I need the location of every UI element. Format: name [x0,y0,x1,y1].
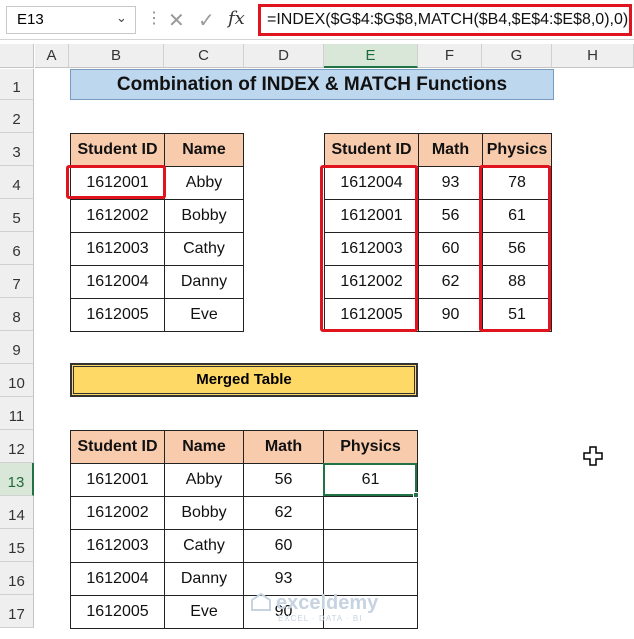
table3-cell[interactable]: Cathy [164,529,244,563]
table3-cell[interactable] [323,496,418,530]
column-header-c[interactable]: C [164,44,244,68]
table3-cell[interactable] [323,529,418,563]
table2-header-physics[interactable]: Physics [482,133,552,167]
column-header-b[interactable]: B [69,44,164,68]
table1-cell[interactable]: Bobby [164,199,244,233]
name-box-value: E13 [17,11,44,28]
table2-header-math[interactable]: Math [418,133,483,167]
select-all-corner[interactable] [0,44,34,68]
row-header[interactable]: 17 [0,595,34,628]
active-cell-selection[interactable] [323,463,417,496]
table1-cell[interactable]: Danny [164,265,244,299]
watermark-subtext: EXCEL · DATA · BI [278,614,363,623]
table2-cell[interactable]: 90 [418,298,483,332]
table3-cell[interactable] [323,562,418,596]
cancel-icon[interactable]: ✕ [168,8,185,33]
row-header[interactable]: 13 [0,463,34,496]
table1-cell[interactable]: Eve [164,298,244,332]
insert-function-icon[interactable]: fx [228,8,245,29]
table3-cell[interactable]: 56 [243,463,324,497]
column-header-e[interactable]: E [324,44,418,68]
row-header[interactable]: 10 [0,364,34,397]
table1-cell[interactable]: Cathy [164,232,244,266]
table3-header-math[interactable]: Math [243,430,324,464]
row-header[interactable]: 7 [0,265,34,298]
table3-cell[interactable]: 1612001 [70,463,165,497]
table2-cell[interactable]: 93 [418,166,483,200]
highlight-g4-g8 [479,165,551,332]
table3-header-physics[interactable]: Physics [323,430,418,464]
table3-cell[interactable]: Danny [164,562,244,596]
table1-cell[interactable]: 1612003 [70,232,165,266]
table3-cell[interactable]: Bobby [164,496,244,530]
chevron-down-icon[interactable]: ⌄ [116,10,127,26]
watermark-logo-icon [250,592,271,612]
column-header-d[interactable]: D [244,44,324,68]
fill-handle[interactable] [413,492,419,498]
row-header[interactable]: 9 [0,331,34,364]
row-header[interactable]: 12 [0,430,34,463]
row-header[interactable]: 3 [0,133,34,166]
row-header[interactable]: 1 [0,69,34,100]
table1-cell[interactable]: 1612002 [70,199,165,233]
table2-header-student-id[interactable]: Student ID [324,133,419,167]
table3-cell[interactable]: 1612005 [70,595,165,629]
highlight-b4 [66,165,166,199]
column-header-h[interactable]: H [552,44,634,68]
column-header-f[interactable]: F [418,44,482,68]
merged-title-inner-border [73,366,415,394]
table2-cell[interactable]: 60 [418,232,483,266]
table2-cell[interactable]: 62 [418,265,483,299]
row-header[interactable]: 16 [0,562,34,595]
table3-cell[interactable]: 62 [243,496,324,530]
column-header-g[interactable]: G [482,44,552,68]
formula-input[interactable]: =INDEX($G$4:$G$8,MATCH($B4,$E$4:$E$8,0),… [258,4,632,36]
table3-cell[interactable]: Eve [164,595,244,629]
table3-header-student-id[interactable]: Student ID [70,430,165,464]
row-header[interactable]: 4 [0,166,34,199]
table1-cell[interactable]: 1612005 [70,298,165,332]
table3-header-name[interactable]: Name [164,430,244,464]
row-header[interactable]: 6 [0,232,34,265]
table1-header-name[interactable]: Name [164,133,244,167]
enter-icon[interactable]: ✓ [198,8,215,33]
table3-cell[interactable]: 60 [243,529,324,563]
table3-cell[interactable]: 1612003 [70,529,165,563]
row-header[interactable]: 5 [0,199,34,232]
highlight-e4-e8 [320,165,418,332]
table1-cell[interactable]: Abby [164,166,244,200]
row-header[interactable]: 15 [0,529,34,562]
column-header-a[interactable]: A [35,44,69,68]
table2-cell[interactable]: 56 [418,199,483,233]
row-header[interactable]: 2 [0,100,34,133]
cursor-cross-icon [583,446,603,471]
table3-cell[interactable]: Abby [164,463,244,497]
row-header[interactable]: 14 [0,496,34,529]
row-header[interactable]: 11 [0,397,34,430]
table3-cell[interactable]: 1612002 [70,496,165,530]
sheet-title[interactable]: Combination of INDEX & MATCH Functions [70,69,554,100]
table3-cell[interactable]: 1612004 [70,562,165,596]
watermark-text: exceldemy [276,592,379,614]
table3-cell[interactable]: 93 [243,562,324,596]
more-options-icon[interactable]: ⋮ [146,8,162,28]
table1-cell[interactable]: 1612004 [70,265,165,299]
table1-header-student-id[interactable]: Student ID [70,133,165,167]
row-header[interactable]: 8 [0,298,34,331]
